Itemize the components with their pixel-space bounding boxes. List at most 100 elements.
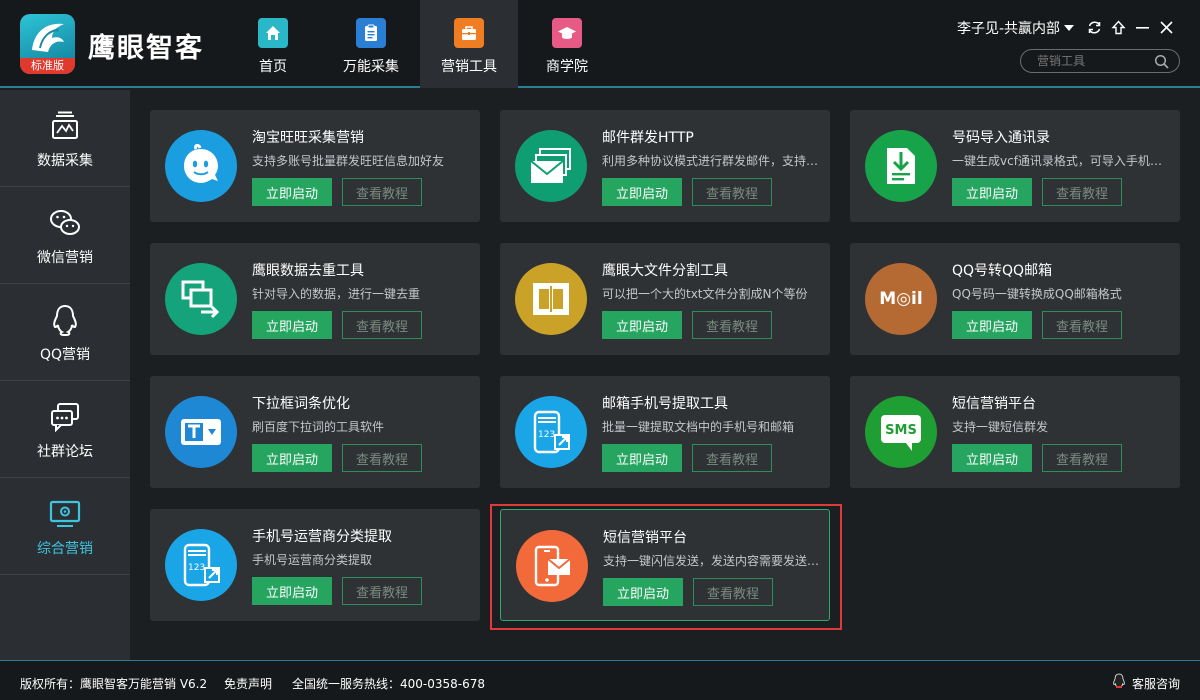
tutorial-button[interactable]: 查看教程 [692,311,772,339]
briefcase-icon [454,18,484,48]
upgrade-arrow-icon[interactable] [1110,19,1126,35]
tutorial-button[interactable]: 查看教程 [1042,444,1122,472]
start-button[interactable]: 立即启动 [602,311,682,339]
phone-extract-icon: 123 [515,396,587,468]
tutorial-button[interactable]: 查看教程 [693,578,773,606]
status-bar: 版权所有：鹰眼智客万能营销 V6.2 免责声明 全国统一服务热线：400-035… [0,660,1200,700]
tool-description: 针对导入的数据，进行一键去重 [252,287,421,301]
sms-icon: SMS [865,396,937,468]
title-bar: 标准版 鹰眼智客 首页 万能采集 营销工具 商学院 李子见-共赢内部 营销工具 [0,0,1200,88]
user-menu[interactable]: 李子见-共赢内部 [957,18,1075,38]
tool-title: 短信营销平台 [952,396,1036,412]
user-name: 李子见-共赢内部 [957,21,1061,37]
sidebar-item-label: QQ营销 [39,347,91,363]
tutorial-button[interactable]: 查看教程 [692,178,772,206]
start-button[interactable]: 立即启动 [252,444,332,472]
chart-tray-icon [49,110,81,142]
phone-extract-icon: 123 [165,529,237,601]
start-button[interactable]: 立即启动 [952,178,1032,206]
tool-description: 刷百度下拉词的工具软件 [252,420,385,434]
tool-card-carrier-classify: 123 手机号运营商分类提取 手机号运营商分类提取 立即启动 查看教程 [150,509,480,621]
tool-card-email-http: 邮件群发HTTP 利用多种协议模式进行群发邮件，支持多种格式 立即启动 查看教程 [500,110,830,222]
disclaimer-link[interactable]: 免责声明 [224,675,272,692]
tool-title: QQ号转QQ邮箱 [952,263,1053,279]
tool-description: QQ号码一键转换成QQ邮箱格式 [952,287,1122,301]
sidebar-item-label: 数据采集 [37,153,93,169]
tutorial-button[interactable]: 查看教程 [342,444,422,472]
sidebar-item-community[interactable]: 社群论坛 [0,381,130,478]
tutorial-button[interactable]: 查看教程 [342,311,422,339]
start-button[interactable]: 立即启动 [602,178,682,206]
svg-text:123: 123 [538,430,555,440]
sidebar-item-data-collect[interactable]: 数据采集 [0,90,130,187]
copyright-text: 版权所有：鹰眼智客万能营销 V6.2 [20,677,208,691]
tutorial-button[interactable]: 查看教程 [342,577,422,605]
sidebar-item-qq[interactable]: QQ营销 [0,284,130,381]
tool-title: 邮箱手机号提取工具 [602,396,728,412]
start-button[interactable]: 立即启动 [252,577,332,605]
app-logo: 标准版 [20,14,75,74]
minimize-icon[interactable] [1134,19,1150,35]
tool-title: 淘宝旺旺采集营销 [252,130,364,146]
qq-penguin-icon [49,304,81,336]
nav-business-school[interactable]: 商学院 [518,0,616,88]
tutorial-button[interactable]: 查看教程 [692,444,772,472]
sidebar: 数据采集 微信营销 QQ营销 社群论坛 综合营销 [0,90,130,660]
tool-card-wangwang: 淘宝旺旺采集营销 支持多账号批量群发旺旺信息加好友 立即启动 查看教程 [150,110,480,222]
start-button[interactable]: 立即启动 [252,311,332,339]
svg-text:123: 123 [188,563,205,573]
sidebar-item-integrated[interactable]: 综合营销 [0,478,130,575]
start-button[interactable]: 立即启动 [952,444,1032,472]
search-input[interactable] [1037,53,1147,69]
start-button[interactable]: 立即启动 [252,178,332,206]
refresh-icon[interactable] [1086,19,1102,35]
tool-description: 支持多账号批量群发旺旺信息加好友 [252,154,445,168]
start-button[interactable]: 立即启动 [603,578,683,606]
tool-card-flash-sms: 短信营销平台 支持一键闪信发送，发送内容需要发送至手机 立即启动 查看教程 [500,509,830,621]
nav-label: 万能采集 [343,59,399,75]
start-button[interactable]: 立即启动 [952,311,1032,339]
tutorial-button[interactable]: 查看教程 [1042,311,1122,339]
nav-marketing-tools[interactable]: 营销工具 [420,0,518,88]
tool-description: 批量一键提取文档中的手机号和邮箱 [602,420,795,434]
tutorial-button[interactable]: 查看教程 [342,178,422,206]
tool-title: 号码导入通讯录 [952,130,1050,146]
sidebar-item-wechat[interactable]: 微信营销 [0,187,130,284]
hotline-text: 全国统一服务热线：400-0358-678 [292,677,486,691]
tool-card-qq-to-email: M◎il QQ号转QQ邮箱 QQ号码一键转换成QQ邮箱格式 立即启动 查看教程 [850,243,1180,355]
tool-card-dedupe: 鹰眼数据去重工具 针对导入的数据，进行一键去重 立即启动 查看教程 [150,243,480,355]
tool-card-dropdown-optimize: 下拉框词条优化 刷百度下拉词的工具软件 立即启动 查看教程 [150,376,480,488]
nav-label: 营销工具 [441,59,497,75]
dropdown-icon [165,396,237,468]
nav-home[interactable]: 首页 [224,0,322,88]
search-box [1020,49,1180,73]
import-doc-icon [865,130,937,202]
nav-label: 商学院 [546,59,588,75]
sidebar-item-label: 微信营销 [37,250,93,266]
search-icon[interactable] [1154,54,1169,69]
tool-description: 利用多种协议模式进行群发邮件，支持多种格式 [602,154,820,168]
caret-down-icon [1064,25,1075,31]
phone-mail-icon [516,530,588,602]
tool-title: 手机号运营商分类提取 [252,529,392,545]
brand-name: 鹰眼智客 [88,33,204,64]
tool-title: 鹰眼数据去重工具 [252,263,364,279]
envelopes-icon [515,130,587,202]
mail-text-label: M◎il [879,289,923,309]
tool-description: 支持一键闪信发送，发送内容需要发送至手机 [603,554,821,568]
sidebar-item-label: 综合营销 [37,541,93,557]
chat-bubbles-icon [49,401,81,433]
tool-title: 邮件群发HTTP [602,130,694,146]
edition-badge: 标准版 [20,58,75,74]
close-icon[interactable] [1158,19,1174,35]
mail-text-icon: M◎il [865,263,937,335]
tutorial-button[interactable]: 查看教程 [1042,178,1122,206]
dedupe-icon [165,263,237,335]
start-button[interactable]: 立即启动 [602,444,682,472]
customer-service-link[interactable]: 客服咨询 [1132,675,1180,692]
tool-description: 手机号运营商分类提取 [252,553,373,567]
tool-description: 支持一键短信群发 [952,420,1049,434]
tool-description: 可以把一个大的txt文件分割成N个等份 [602,287,808,301]
sidebar-item-label: 社群论坛 [37,444,93,460]
nav-universal-collect[interactable]: 万能采集 [322,0,420,88]
